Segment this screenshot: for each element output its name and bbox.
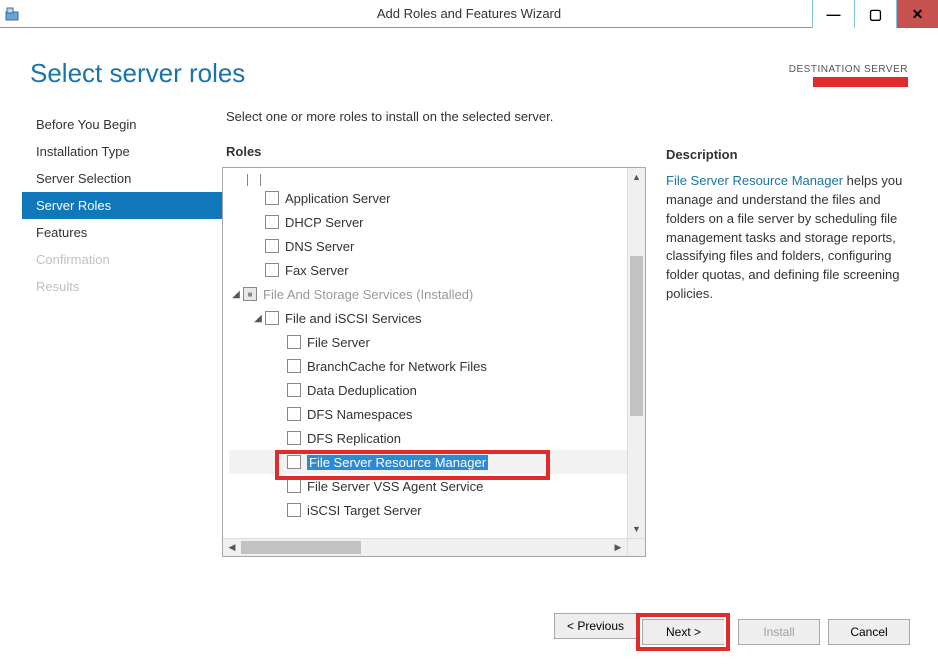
checkbox[interactable] — [265, 263, 279, 277]
description-text: File Server Resource Manager helps you m… — [666, 172, 916, 304]
description-heading: Description — [666, 147, 916, 172]
nav-server-roles[interactable]: Server Roles — [22, 192, 222, 219]
tree-row-label: File Server Resource Manager — [307, 455, 488, 470]
tree-row-label: DFS Namespaces — [307, 407, 412, 422]
nav-installation-type[interactable]: Installation Type — [22, 138, 222, 165]
scroll-up-arrow[interactable]: ▲ — [628, 168, 645, 186]
checkbox[interactable] — [265, 191, 279, 205]
tree-row-label: Data Deduplication — [307, 383, 417, 398]
cancel-button[interactable]: Cancel — [828, 619, 910, 645]
checkbox[interactable] — [287, 479, 301, 493]
tree-row[interactable]: ▶DFS Replication — [229, 426, 627, 450]
tree-row-label: File Server — [307, 335, 370, 350]
nav-results: Results — [22, 273, 222, 300]
scroll-left-arrow[interactable]: ◀ — [223, 539, 241, 556]
tree-row-label: File And Storage Services (Installed) — [263, 287, 473, 302]
destination-server-name-redacted — [813, 77, 908, 87]
nav-confirmation: Confirmation — [22, 246, 222, 273]
close-button[interactable]: ✕ — [896, 0, 938, 28]
tree-row-label: DNS Server — [285, 239, 354, 254]
expander-icon[interactable]: ◢ — [251, 313, 265, 324]
roles-tree-box: ▶Application Server▶DHCP Server▶DNS Serv… — [222, 167, 646, 557]
tree-row[interactable]: ▶Data Deduplication — [229, 378, 627, 402]
tree-row[interactable]: ◢ File and iSCSI Services — [229, 306, 627, 330]
roles-tree[interactable]: ▶Application Server▶DHCP Server▶DNS Serv… — [223, 168, 627, 538]
tree-row-label: Application Server — [285, 191, 391, 206]
tree-row[interactable]: ◢ File And Storage Services (Installed) — [229, 282, 627, 306]
checkbox[interactable] — [243, 287, 257, 301]
footer-buttons: < Previous Next > Install Cancel — [0, 601, 938, 669]
tree-row[interactable]: ▶Application Server — [229, 186, 627, 210]
tree-row[interactable]: ▶File Server Resource Manager — [229, 450, 627, 474]
tree-row[interactable]: ▶DFS Namespaces — [229, 402, 627, 426]
vscroll-thumb[interactable] — [630, 256, 643, 416]
checkbox[interactable] — [265, 239, 279, 253]
page-title: Select server roles — [30, 58, 245, 89]
tree-row-label: DHCP Server — [285, 215, 364, 230]
vertical-scrollbar[interactable]: ▲ ▼ — [627, 168, 645, 538]
hscroll-thumb[interactable] — [241, 541, 361, 554]
minimize-button[interactable]: — — [812, 0, 854, 28]
destination-server-block: DESTINATION SERVER — [789, 64, 908, 87]
tree-row[interactable]: ▶File Server — [229, 330, 627, 354]
checkbox[interactable] — [265, 311, 279, 325]
tree-row-label: DFS Replication — [307, 431, 401, 446]
horizontal-scrollbar[interactable]: ◀ ▶ — [223, 538, 627, 556]
checkbox[interactable] — [287, 431, 301, 445]
title-bar: Add Roles and Features Wizard — ▢ ✕ — [0, 0, 938, 28]
expander-icon[interactable]: ◢ — [229, 289, 243, 300]
tree-row[interactable]: ▶DHCP Server — [229, 210, 627, 234]
instruction-text: Select one or more roles to install on t… — [222, 109, 646, 144]
previous-button[interactable]: < Previous — [554, 613, 636, 639]
annotation-highlight-next: Next > — [636, 613, 730, 651]
tree-row[interactable]: ▶Fax Server — [229, 258, 627, 282]
tree-row-label: File Server VSS Agent Service — [307, 479, 483, 494]
install-button: Install — [738, 619, 820, 645]
nav-before-you-begin[interactable]: Before You Begin — [22, 111, 222, 138]
roles-heading: Roles — [222, 144, 646, 167]
scroll-right-arrow[interactable]: ▶ — [609, 539, 627, 556]
tree-row[interactable]: ▶DNS Server — [229, 234, 627, 258]
nav-server-selection[interactable]: Server Selection — [22, 165, 222, 192]
description-link: File Server Resource Manager — [666, 173, 843, 188]
tree-row-label: iSCSI Target Server — [307, 503, 422, 518]
scroll-corner — [627, 538, 645, 556]
maximize-button[interactable]: ▢ — [854, 0, 896, 28]
checkbox[interactable] — [287, 455, 301, 469]
window-title: Add Roles and Features Wizard — [0, 0, 938, 28]
nav-features[interactable]: Features — [22, 219, 222, 246]
description-body: helps you manage and understand the file… — [666, 173, 902, 301]
window-buttons: — ▢ ✕ — [812, 0, 938, 27]
checkbox[interactable] — [287, 407, 301, 421]
tree-row[interactable]: ▶BranchCache for Network Files — [229, 354, 627, 378]
checkbox[interactable] — [265, 215, 279, 229]
tree-row-label: BranchCache for Network Files — [307, 359, 487, 374]
tree-row-label: Fax Server — [285, 263, 349, 278]
wizard-nav: Before You Begin Installation Type Serve… — [22, 109, 222, 601]
checkbox[interactable] — [287, 383, 301, 397]
checkbox[interactable] — [287, 335, 301, 349]
destination-server-label: DESTINATION SERVER — [789, 64, 908, 75]
checkbox[interactable] — [287, 503, 301, 517]
tree-row[interactable]: ▶iSCSI Target Server — [229, 498, 627, 522]
checkbox[interactable] — [287, 359, 301, 373]
next-button[interactable]: Next > — [642, 619, 724, 645]
tree-row-label: File and iSCSI Services — [285, 311, 422, 326]
tree-row[interactable]: ▶File Server VSS Agent Service — [229, 474, 627, 498]
scroll-down-arrow[interactable]: ▼ — [628, 520, 645, 538]
